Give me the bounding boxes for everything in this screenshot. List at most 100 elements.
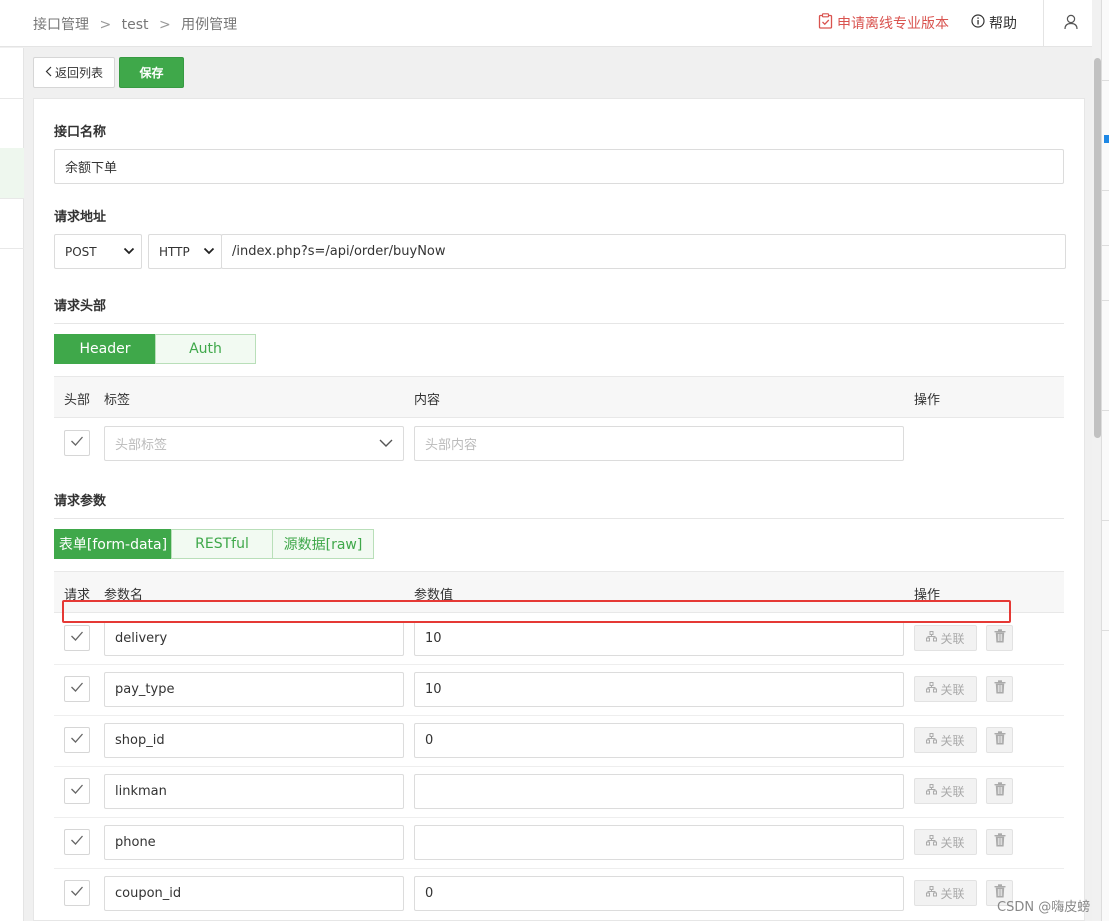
param-enable-checkbox[interactable] xyxy=(64,778,90,804)
link-button[interactable]: 关联 xyxy=(914,727,977,753)
row-divider xyxy=(54,664,1064,665)
tab-form-data[interactable]: 表单[form-data] xyxy=(54,529,172,559)
param-name-input[interactable]: delivery xyxy=(104,621,404,656)
link-button[interactable]: 关联 xyxy=(914,676,977,702)
check-icon xyxy=(70,732,84,748)
param-name-input[interactable]: pay_type xyxy=(104,672,404,707)
top-bar: 接口管理 > test > 用例管理 申请离线专业版本 帮助 xyxy=(0,0,1098,47)
breadcrumb-item-case-manage: 用例管理 xyxy=(181,17,238,33)
delete-button[interactable] xyxy=(986,727,1013,753)
panel-divider xyxy=(1102,520,1109,521)
user-icon xyxy=(1064,14,1078,34)
sidebar-item-active[interactable] xyxy=(0,148,24,198)
link-label: 关联 xyxy=(940,733,965,748)
trash-icon xyxy=(994,833,1006,851)
sitemap-icon xyxy=(926,682,938,696)
method-select[interactable]: POST xyxy=(54,234,142,269)
breadcrumb: 接口管理 > test > 用例管理 xyxy=(33,14,237,34)
param-value-input[interactable]: 10 xyxy=(414,621,904,656)
tab-restful[interactable]: RESTful xyxy=(171,529,273,559)
api-name-label: 接口名称 xyxy=(54,125,107,140)
col-header-content: 内容 xyxy=(414,393,441,408)
url-input[interactable]: /index.php?s=/api/order/buyNow xyxy=(221,234,1066,269)
back-to-list-button[interactable]: 返回列表 xyxy=(33,57,115,88)
row-divider xyxy=(54,817,1064,818)
help-link[interactable]: 帮助 xyxy=(971,13,1017,33)
tab-auth[interactable]: Auth xyxy=(155,334,256,364)
sitemap-icon xyxy=(926,784,938,798)
delete-button[interactable] xyxy=(986,676,1013,702)
api-name-input[interactable]: 余额下单 xyxy=(54,149,1064,184)
param-enable-checkbox[interactable] xyxy=(64,727,90,753)
param-name-input[interactable]: shop_id xyxy=(104,723,404,758)
clipboard-icon xyxy=(818,13,833,33)
param-enable-checkbox[interactable] xyxy=(64,625,90,651)
divider xyxy=(54,323,1064,324)
check-icon xyxy=(70,630,84,646)
param-value-input[interactable]: 10 xyxy=(414,672,904,707)
param-enable-checkbox[interactable] xyxy=(64,829,90,855)
param-name-input[interactable]: coupon_id xyxy=(104,876,404,911)
link-button[interactable]: 关联 xyxy=(914,625,977,651)
user-menu[interactable] xyxy=(1043,0,1098,47)
chevron-left-icon xyxy=(45,66,53,80)
trash-icon xyxy=(994,731,1006,749)
param-value-input[interactable] xyxy=(414,825,904,860)
back-label: 返回列表 xyxy=(54,66,103,80)
breadcrumb-item-project[interactable]: test xyxy=(122,17,149,33)
header-content-input[interactable]: 头部内容 xyxy=(414,426,904,461)
row-divider xyxy=(54,868,1064,869)
link-label: 关联 xyxy=(940,631,965,646)
param-enable-checkbox[interactable] xyxy=(64,676,90,702)
watermark: CSDN @嗨皮螃 xyxy=(997,900,1091,915)
col-header-tag: 标签 xyxy=(104,393,131,408)
trash-icon xyxy=(994,680,1006,698)
divider xyxy=(54,518,1064,519)
check-icon xyxy=(70,435,84,451)
apply-pro-link[interactable]: 申请离线专业版本 xyxy=(818,13,949,33)
panel-divider xyxy=(1102,245,1109,246)
protocol-select[interactable]: HTTP xyxy=(148,234,222,269)
header-enable-checkbox[interactable] xyxy=(64,430,90,456)
delete-button[interactable] xyxy=(986,778,1013,804)
param-value-input[interactable] xyxy=(414,774,904,809)
check-icon xyxy=(70,681,84,697)
link-button[interactable]: 关联 xyxy=(914,829,977,855)
param-value-input[interactable]: 0 xyxy=(414,723,904,758)
header-tabs: Header Auth xyxy=(54,334,256,364)
link-button[interactable]: 关联 xyxy=(914,778,977,804)
row-divider xyxy=(54,715,1064,716)
breadcrumb-separator: > xyxy=(158,17,171,33)
request-params-label: 请求参数 xyxy=(54,494,107,509)
header-tag-placeholder: 头部标签 xyxy=(115,438,168,453)
col-header-action: 操作 xyxy=(914,393,941,408)
param-name-input[interactable]: linkman xyxy=(104,774,404,809)
link-button[interactable]: 关联 xyxy=(914,880,977,906)
help-label: 帮助 xyxy=(989,16,1017,32)
check-icon xyxy=(70,834,84,850)
header-tag-select[interactable]: 头部标签 xyxy=(104,426,404,461)
sidebar-divider xyxy=(0,248,24,249)
param-value-input[interactable]: 0 xyxy=(414,876,904,911)
save-button[interactable]: 保存 xyxy=(119,57,184,88)
chevron-down-icon xyxy=(379,437,393,453)
header-content-placeholder: 头部内容 xyxy=(425,438,478,453)
panel-divider xyxy=(1102,410,1109,411)
info-icon xyxy=(971,14,985,32)
delete-button[interactable] xyxy=(986,625,1013,651)
col-header-enable: 头部 xyxy=(64,393,91,408)
check-icon xyxy=(70,885,84,901)
scrollbar-thumb[interactable] xyxy=(1094,58,1101,438)
delete-button[interactable] xyxy=(986,829,1013,855)
tab-raw[interactable]: 源数据[raw] xyxy=(272,529,374,559)
apply-pro-label: 申请离线专业版本 xyxy=(837,16,949,32)
param-enable-checkbox[interactable] xyxy=(64,880,90,906)
panel-marker xyxy=(1104,135,1109,143)
breadcrumb-separator: > xyxy=(99,17,112,33)
param-tabs: 表单[form-data] RESTful 源数据[raw] xyxy=(54,529,374,559)
sitemap-icon xyxy=(926,835,938,849)
method-value: POST xyxy=(65,244,97,259)
tab-header[interactable]: Header xyxy=(54,334,156,364)
param-name-input[interactable]: phone xyxy=(104,825,404,860)
breadcrumb-item-api-manage[interactable]: 接口管理 xyxy=(33,17,89,33)
